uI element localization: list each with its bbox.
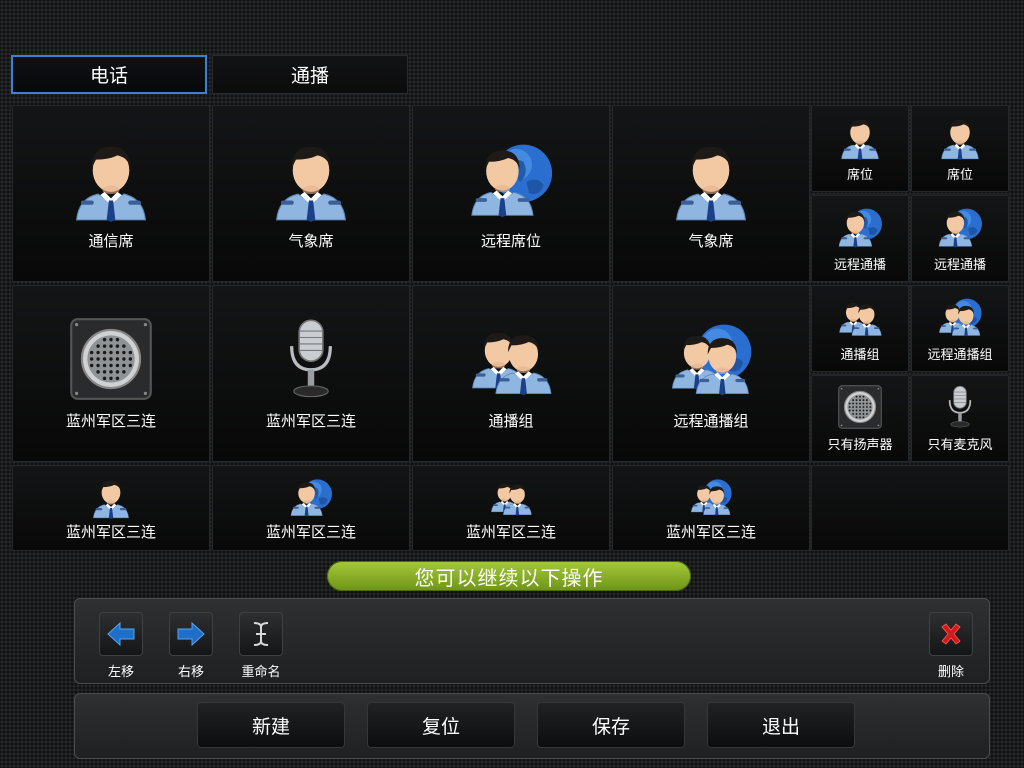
- seat-tile[interactable]: 蓝州军区三连: [412, 465, 610, 551]
- seat-label: 蓝州军区三连: [65, 522, 156, 541]
- seat-tile-small[interactable]: 远程通播: [811, 195, 909, 282]
- empty-seat-slot: [811, 465, 1009, 551]
- edit-toolbar: 左移 右移 重命名 删除: [74, 598, 990, 684]
- seat-label: 远程通播组: [927, 348, 993, 363]
- remote-person-icon: [468, 136, 554, 222]
- person-icon: [68, 136, 154, 222]
- seat-tile-small[interactable]: 只有扬声器: [811, 375, 909, 462]
- seat-label: 蓝州军区三连: [265, 522, 356, 541]
- remote-person-icon: [937, 204, 983, 250]
- remote-group-icon: [689, 475, 733, 519]
- group-icon: [468, 316, 554, 402]
- person-icon: [89, 475, 133, 519]
- seat-label: 远程通播: [833, 258, 886, 273]
- seat-tile[interactable]: 气象席: [612, 105, 810, 282]
- seat-label: 蓝州军区三连: [665, 522, 756, 541]
- seat-label: 蓝州军区三连: [465, 522, 556, 541]
- seat-tile[interactable]: 蓝州军区三连: [12, 465, 210, 551]
- remote-person-icon: [837, 204, 883, 250]
- hint-banner: 您可以继续以下操作: [327, 561, 691, 591]
- seat-label: 通信席: [88, 232, 134, 250]
- seat-label: 远程席位: [480, 232, 541, 250]
- seat-label: 通播组: [840, 348, 880, 363]
- delete-x-icon: [941, 623, 961, 645]
- seat-label: 通播组: [488, 412, 534, 430]
- action-bar: 新建 复位 保存 退出: [74, 693, 990, 759]
- new-button[interactable]: 新建: [197, 702, 345, 748]
- seat-label: 只有麦克风: [927, 438, 993, 453]
- tab-broadcast[interactable]: 通播: [212, 55, 408, 94]
- seat-label: 席位: [946, 168, 973, 183]
- person-icon: [668, 136, 754, 222]
- move-right-label: 右移: [177, 665, 204, 680]
- person-icon: [937, 114, 983, 160]
- seat-tile-small[interactable]: 远程通播: [911, 195, 1009, 282]
- person-icon: [837, 114, 883, 160]
- tab-phone[interactable]: 电话: [11, 55, 207, 94]
- microphone-icon: [268, 316, 354, 402]
- arrow-right-icon: [177, 621, 205, 647]
- seat-label: 蓝州军区三连: [265, 412, 356, 430]
- seat-tile[interactable]: 蓝州军区三连: [212, 465, 410, 551]
- save-button[interactable]: 保存: [537, 702, 685, 748]
- move-left-label: 左移: [107, 665, 134, 680]
- move-right-button[interactable]: 右移: [169, 612, 213, 680]
- seat-tile-small[interactable]: 远程通播组: [911, 285, 1009, 372]
- seat-tile[interactable]: 远程通播组: [612, 285, 810, 462]
- text-cursor-icon: [253, 622, 269, 646]
- hint-text: 您可以继续以下操作: [414, 565, 604, 590]
- rename-label: 重命名: [241, 665, 281, 680]
- seat-label: 只有扬声器: [827, 438, 893, 453]
- seat-tile[interactable]: 通信席: [12, 105, 210, 282]
- arrow-left-icon: [107, 621, 135, 647]
- group-icon: [489, 475, 533, 519]
- seat-label: 蓝州军区三连: [65, 412, 156, 430]
- seat-tile[interactable]: 远程席位: [412, 105, 610, 282]
- seat-tile-small[interactable]: 只有麦克风: [911, 375, 1009, 462]
- seat-label: 远程通播: [933, 258, 986, 273]
- seat-tile-small[interactable]: 席位: [911, 105, 1009, 192]
- delete-label: 删除: [937, 665, 964, 680]
- seat-label: 气象席: [288, 232, 334, 250]
- seat-tile[interactable]: 蓝州军区三连: [212, 285, 410, 462]
- seat-tile[interactable]: 蓝州军区三连: [612, 465, 810, 551]
- move-left-button[interactable]: 左移: [99, 612, 143, 680]
- remote-group-icon: [668, 316, 754, 402]
- group-icon: [837, 294, 883, 340]
- seat-tile-small[interactable]: 通播组: [811, 285, 909, 372]
- seat-label: 席位: [846, 168, 873, 183]
- delete-button[interactable]: 删除: [929, 612, 973, 680]
- remote-group-icon: [937, 294, 983, 340]
- seat-label: 远程通播组: [673, 412, 749, 430]
- rename-button[interactable]: 重命名: [239, 612, 283, 680]
- remote-person-icon: [289, 475, 333, 519]
- seat-tile[interactable]: 蓝州军区三连: [12, 285, 210, 462]
- tab-broadcast-label: 通播: [290, 65, 329, 87]
- speaker-icon: [68, 316, 154, 402]
- person-icon: [268, 136, 354, 222]
- seat-tile[interactable]: 通播组: [412, 285, 610, 462]
- reset-label: 复位: [421, 715, 460, 738]
- new-label: 新建: [251, 715, 290, 738]
- tab-phone-label: 电话: [89, 65, 128, 87]
- seat-tile[interactable]: 气象席: [212, 105, 410, 282]
- save-label: 保存: [591, 715, 630, 738]
- exit-label: 退出: [761, 715, 800, 738]
- microphone-icon: [937, 384, 983, 430]
- speaker-icon: [837, 384, 883, 430]
- seat-label: 气象席: [688, 232, 734, 250]
- seat-tile-small[interactable]: 席位: [811, 105, 909, 192]
- reset-button[interactable]: 复位: [367, 702, 515, 748]
- exit-button[interactable]: 退出: [707, 702, 855, 748]
